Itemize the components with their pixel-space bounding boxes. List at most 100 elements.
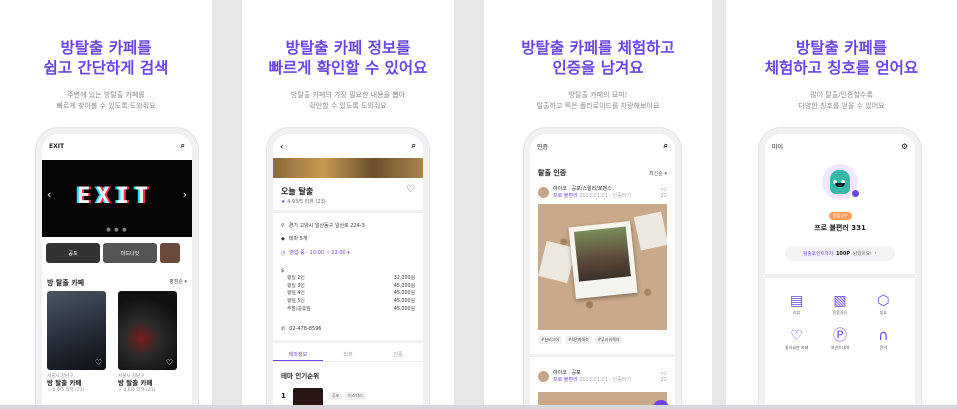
screenshot-strip: 방탈출 카페를 쉽고 간단하게 검색 주변에 있는 방탈출 카페를 빠르게 찾아… [0, 0, 957, 409]
review-icon: ▤ [790, 293, 804, 309]
card-name: 방 탈출 카페 [47, 379, 82, 387]
headline-line: 방탈출 카페를 [796, 39, 887, 57]
cafe-rating: ★ 4.93/5 리뷰 (23) [281, 198, 326, 205]
post-author: 아이코 · 공포 프로 불편러 2023.01.01 · 인증하기 [553, 370, 631, 383]
app-title: 인증 [537, 143, 549, 151]
phone-mockup: 인증 ⌕ 탈출 인증 최신순 ▾ 아이코 · 공포/스릴러/로맨스 프로 불편러… [524, 128, 681, 405]
polaroid-photo[interactable] [538, 204, 667, 330]
post-date: 2023.01.01 · 인증하기 [579, 376, 631, 383]
heart-icon[interactable]: ♡ [95, 358, 102, 367]
like-button[interactable]: 👍︎ 22 [661, 187, 667, 199]
sort-dropdown[interactable]: 최신순 ▾ [649, 170, 667, 177]
price-value: 45,000원 [393, 291, 415, 297]
avatar[interactable] [538, 371, 549, 382]
panel-subtext: 방탈출 카페의 가장 필요한 내용을 뽑아 확인할 수 있도록 도와줘요 [242, 90, 454, 111]
cafe-card[interactable]: ♡ [118, 291, 177, 370]
polaroid-side [633, 211, 667, 251]
like-button[interactable]: 👍︎ 22 [661, 371, 667, 383]
menu-item-photos[interactable]: ▧ 인증사진 [818, 292, 861, 316]
phone-mockup: EXIT ⌕ ‹ EXIT › ● ● ● 공포 미드나잇 방 탈출 카페 평점… [36, 128, 198, 405]
nickname: 프로 불편러 331 [814, 224, 866, 232]
menu-item-points[interactable]: Ⓟ 포인트내역 [818, 327, 861, 351]
menu-label: 칭호 [879, 310, 887, 315]
phone-number: 02-478-8596 [289, 326, 322, 332]
panel-info: 방탈출 카페 정보를 빠르게 확인할 수 있어요 방탈출 카페의 가장 필요한 … [242, 0, 454, 405]
address-row: ⚲ 경기 고양시 일산동구 일산로 224-3 [281, 222, 365, 230]
menu-item-liked-cafes[interactable]: ♡ 좋아요한 카페 [775, 327, 818, 351]
tag-icon: ◆ [281, 235, 285, 242]
points-suffix: 남았어요! [853, 251, 872, 257]
price-icon: $ [281, 268, 285, 274]
sort-dropdown[interactable]: 평점순 ▾ [169, 278, 187, 285]
menu-item-reviews[interactable]: ▤ 리뷰 [775, 292, 818, 316]
genre-thumb[interactable]: 공포 [46, 243, 100, 263]
phone-icon: ✆ [281, 326, 286, 332]
post-author: 아이코 · 공포/스릴러/로맨스 프로 불편러 2023.01.01 · 인증하… [553, 186, 631, 199]
rating-text: 4.93/5 리뷰 (23) [287, 199, 326, 205]
avatar[interactable] [538, 187, 549, 198]
price-icon-row: $ [281, 268, 284, 274]
price-row: 평일 4인 45,000원 [281, 290, 415, 298]
menu-label: 리뷰 [792, 310, 801, 315]
heart-icon[interactable]: ♡ [406, 184, 415, 195]
theme-count-row: ◆ 테마 5개 [281, 235, 307, 243]
edit-badge-icon[interactable] [851, 189, 860, 198]
heart-icon: ♡ [790, 328, 803, 344]
panel-search: 방탈출 카페를 쉽고 간단하게 검색 주변에 있는 방탈출 카페를 빠르게 찾아… [0, 0, 212, 405]
tab-theme-info[interactable]: 테마정보 [273, 348, 323, 361]
hero-logo: EXIT [77, 184, 154, 209]
search-icon[interactable]: ⌕ [412, 141, 416, 151]
panel-titles: 방탈출 카페를 체험하고 칭호를 얻어요 많이 탈출/인증할수록 다양한 칭호를… [726, 0, 957, 405]
card-rating: ☆ 0.0/5 리뷰 (23) [118, 388, 156, 393]
back-arrow-icon[interactable]: ‹ [280, 142, 283, 151]
menu-item-titles[interactable]: ⬡ 칭호 [862, 292, 905, 316]
points-value: 100P [835, 250, 851, 257]
author-level: 프로 불편러 [553, 376, 578, 383]
mascot-body [830, 170, 850, 194]
app-bar: EXIT ⌕ [42, 134, 192, 158]
search-icon[interactable]: ⌕ [181, 141, 185, 151]
hashtag[interactable]: #무서워해야 [594, 336, 623, 344]
phone-mockup: 마이 ⚙ 탈출고수 프로 불편러 331 탈출포인트까지 100P 남았어요! … [759, 128, 921, 405]
search-icon[interactable]: ⌕ [664, 141, 668, 151]
chevron-left-icon[interactable]: ‹ [47, 188, 51, 201]
cafe-card[interactable]: ♡ [47, 291, 106, 370]
bottom-edge [0, 405, 957, 409]
tab-certification[interactable]: 인증 [373, 348, 423, 361]
heart-icon[interactable]: ♡ [166, 358, 173, 367]
polaroid-photo[interactable] [538, 392, 667, 405]
menu-label: 포인트내역 [830, 345, 850, 350]
location-pin-icon: ⚲ [281, 222, 285, 229]
phone-row[interactable]: ✆ 02-478-8596 [281, 326, 321, 332]
subtext-line: 방탈출 카페의 가장 필요한 내용을 뽑아 [290, 91, 406, 99]
level-badge-icon: ⬡ [877, 293, 890, 309]
genre-thumb[interactable]: 미드나잇 [103, 243, 157, 263]
hours-row[interactable]: ◷ 영업 중 · 10:00 ~ 22:00 ▾ [281, 249, 350, 257]
photo-icon: ▧ [833, 293, 847, 309]
polaroid-picture [573, 226, 631, 282]
tag-list: #신비고어 #4단계해석 #무서워해야 [538, 336, 623, 344]
hashtag[interactable]: #신비고어 [538, 336, 563, 344]
subtext-line: 많이 탈출/인증할수록 [810, 91, 873, 99]
hero-banner[interactable]: ‹ EXIT › ● ● ● [42, 160, 192, 237]
tab-reviews[interactable]: 리뷰 [323, 348, 373, 361]
mascot-avatar [822, 164, 860, 200]
app-bar: ‹ ⌕ [273, 134, 423, 158]
genre-thumb[interactable] [160, 243, 180, 263]
hours-text: 영업 중 · 10:00 ~ 22:00 ▾ [289, 250, 350, 256]
genre-thumbnails: 공포 미드나잇 [46, 243, 180, 263]
hashtag[interactable]: #4단계해석 [565, 336, 592, 344]
author-level: 프로 불편러 [553, 192, 578, 199]
cafe-title: 오늘 탈출 [281, 187, 314, 196]
menu-item-inquiry[interactable]: ∩ 문의 [862, 327, 905, 351]
price-table: 평일 2인 32,000원 평일 3인 45,000원 평일 4인 45,000원 평… [281, 275, 415, 314]
panel-headline: 방탈출 카페 정보를 빠르게 확인할 수 있어요 [242, 38, 454, 78]
chevron-right-icon[interactable]: › [183, 188, 187, 201]
settings-gear-icon[interactable]: ⚙ [901, 142, 908, 151]
price-label: 평일 2인 [287, 276, 305, 281]
price-value: 45,000원 [393, 283, 415, 289]
points-progress-box[interactable]: 탈출포인트까지 100P 남았어요! › [785, 246, 895, 261]
theme-thumbnail[interactable] [293, 388, 323, 405]
panel-headline: 방탈출 카페를 쉽고 간단하게 검색 [0, 38, 212, 78]
headline-line: 방탈출 카페를 체험하고 [521, 39, 675, 57]
